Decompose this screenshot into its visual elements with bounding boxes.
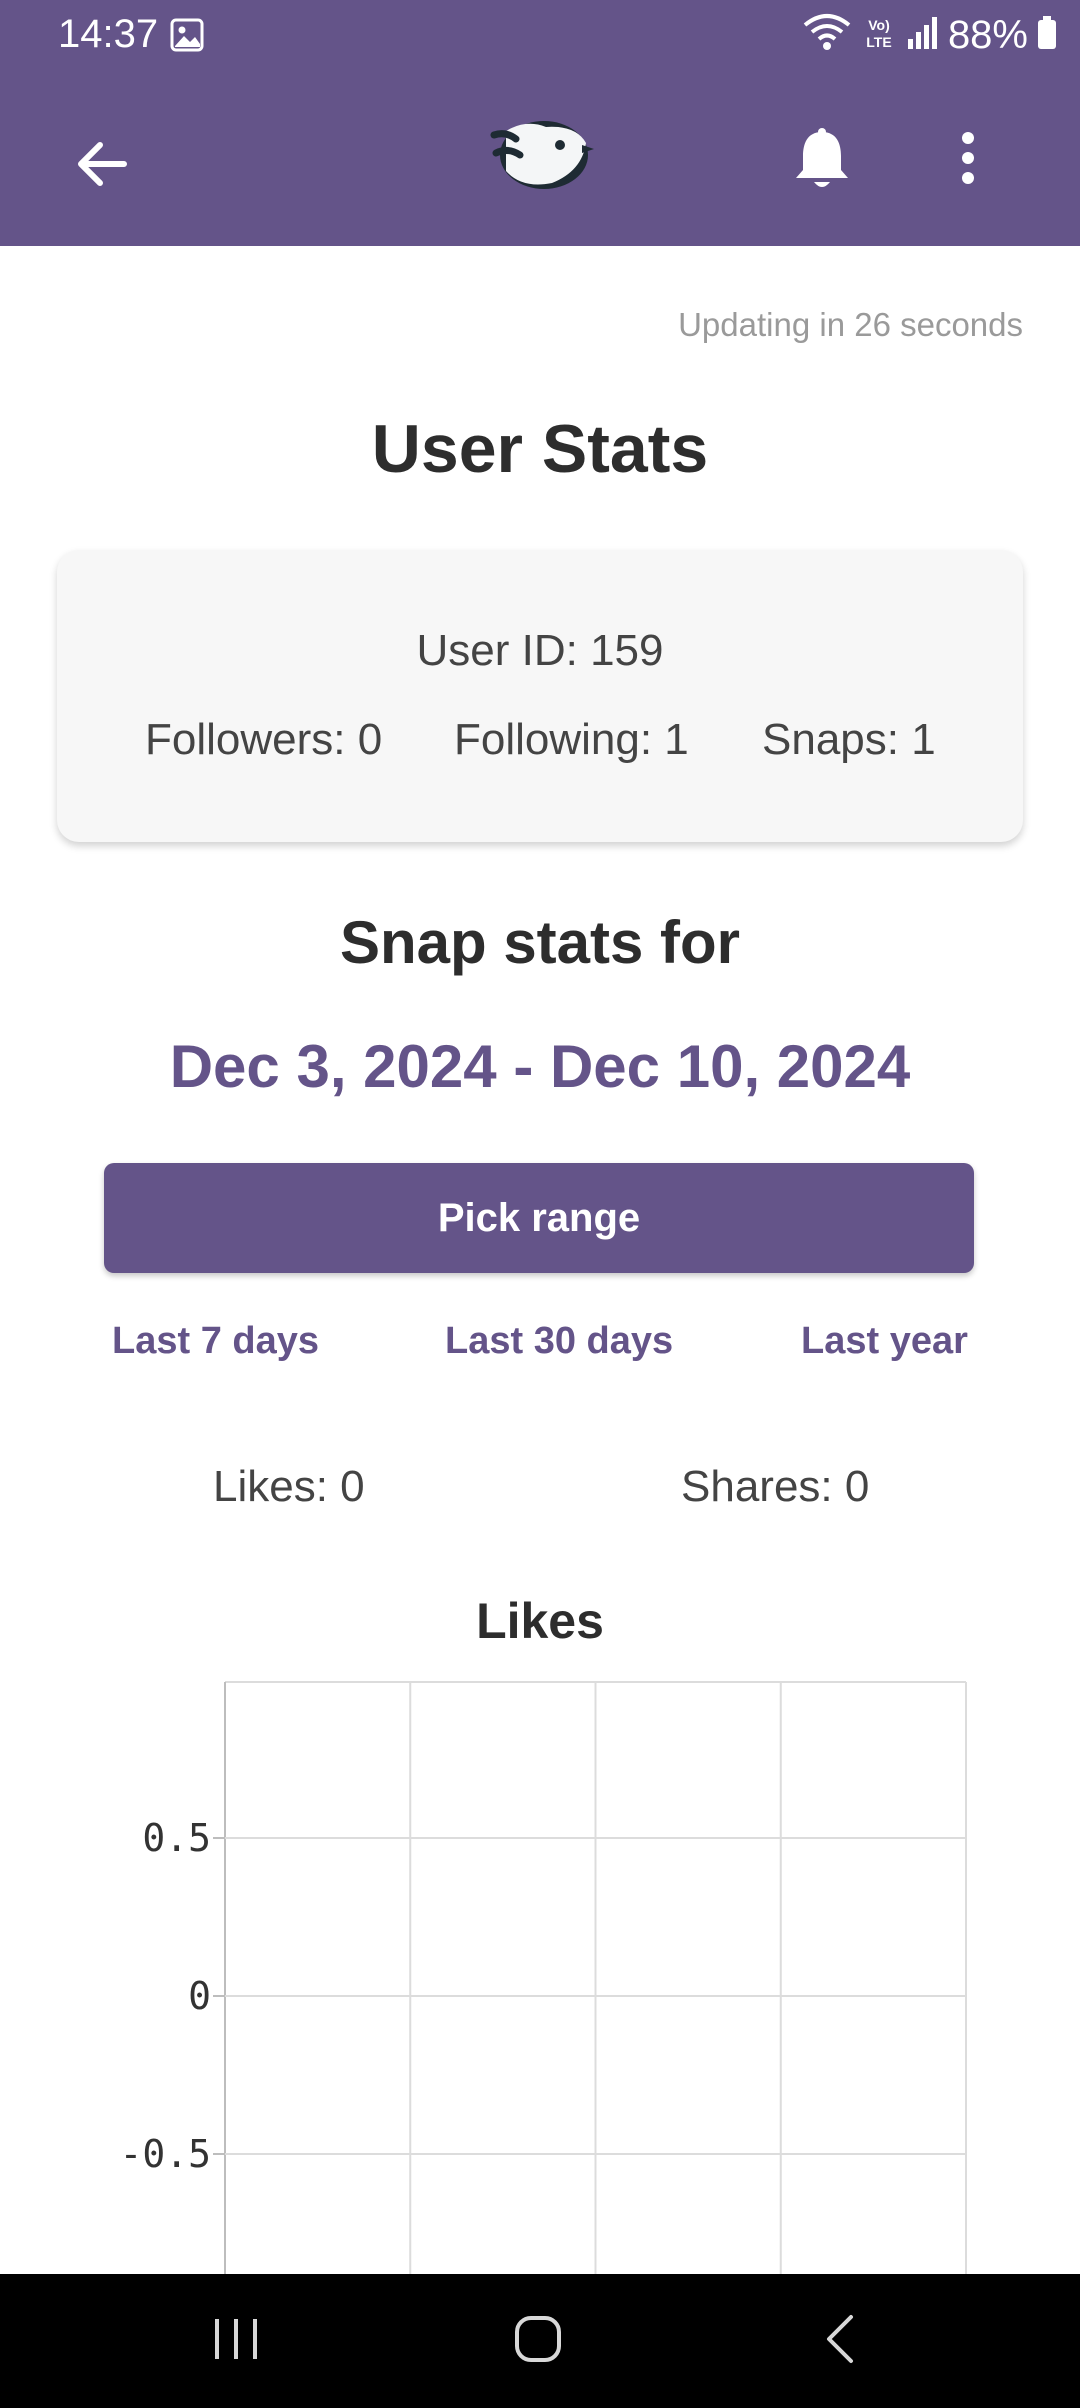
- wifi-icon: [802, 13, 852, 58]
- chart-y-tick-label: 0: [188, 1974, 211, 2018]
- svg-text:Vo): Vo): [868, 17, 890, 33]
- recents-icon: [211, 2317, 261, 2366]
- notifications-button[interactable]: [770, 108, 874, 212]
- chart-y-tick-label: 0.5: [142, 1816, 211, 1860]
- gallery-notification-icon: [170, 18, 204, 52]
- chevron-left-icon: [825, 2314, 855, 2369]
- home-button[interactable]: [468, 2274, 608, 2408]
- app-logo: [486, 112, 596, 202]
- snap-stats-heading: Snap stats for: [339, 909, 741, 976]
- last-year-link[interactable]: Last year: [801, 1320, 968, 1363]
- back-button[interactable]: [52, 116, 152, 216]
- system-back-button[interactable]: [770, 2274, 910, 2408]
- user-info-card: User ID: 159 Followers: 0 Following: 1 S…: [57, 550, 1023, 842]
- update-countdown: Updating in 26 seconds: [678, 306, 1023, 343]
- app-bar: [0, 72, 1080, 246]
- likes-chart: 0.5 0 -0.5: [119, 1681, 967, 2274]
- likes-total: Likes: 0: [213, 1462, 365, 1511]
- chart-title: Likes: [476, 1593, 604, 1649]
- svg-text:LTE: LTE: [866, 34, 891, 50]
- status-bar: 14:37 Vo) LTE 88%: [0, 0, 1080, 72]
- bell-icon: [793, 126, 851, 195]
- followers-count: Followers: 0: [145, 715, 383, 764]
- last-30-days-link[interactable]: Last 30 days: [445, 1320, 673, 1363]
- screen: 14:37 Vo) LTE 88% Updating in 26 seconds…: [0, 0, 1080, 2408]
- signal-icon: [906, 15, 940, 56]
- user-counts: Followers: 0 Following: 1 Snaps: 1: [57, 715, 1023, 775]
- home-icon: [514, 2315, 562, 2368]
- more-vertical-icon: [960, 131, 976, 189]
- user-id: User ID: 159: [416, 626, 664, 675]
- chart-y-tick-label: -0.5: [119, 2132, 211, 2176]
- last-7-days-link[interactable]: Last 7 days: [112, 1320, 319, 1363]
- selected-date-range: Dec 3, 2024 - Dec 10, 2024: [169, 1033, 911, 1100]
- following-count: Following: 1: [454, 715, 689, 764]
- pick-range-button[interactable]: Pick range: [104, 1163, 974, 1273]
- system-nav-bar: [0, 2274, 1080, 2408]
- snaps-count: Snaps: 1: [762, 715, 936, 764]
- recents-button[interactable]: [166, 2274, 306, 2408]
- status-time: 14:37: [58, 12, 159, 56]
- battery-percent: 88%: [947, 12, 1028, 57]
- volte-icon: Vo) LTE: [860, 13, 898, 58]
- bird-logo-icon: [486, 115, 596, 200]
- back-arrow-icon: [76, 140, 128, 193]
- more-options-button[interactable]: [918, 108, 1018, 212]
- battery-icon: [1036, 15, 1058, 56]
- status-indicators: Vo) LTE 88%: [802, 10, 1058, 60]
- shares-total: Shares: 0: [681, 1462, 870, 1511]
- page-title: User Stats: [371, 411, 709, 487]
